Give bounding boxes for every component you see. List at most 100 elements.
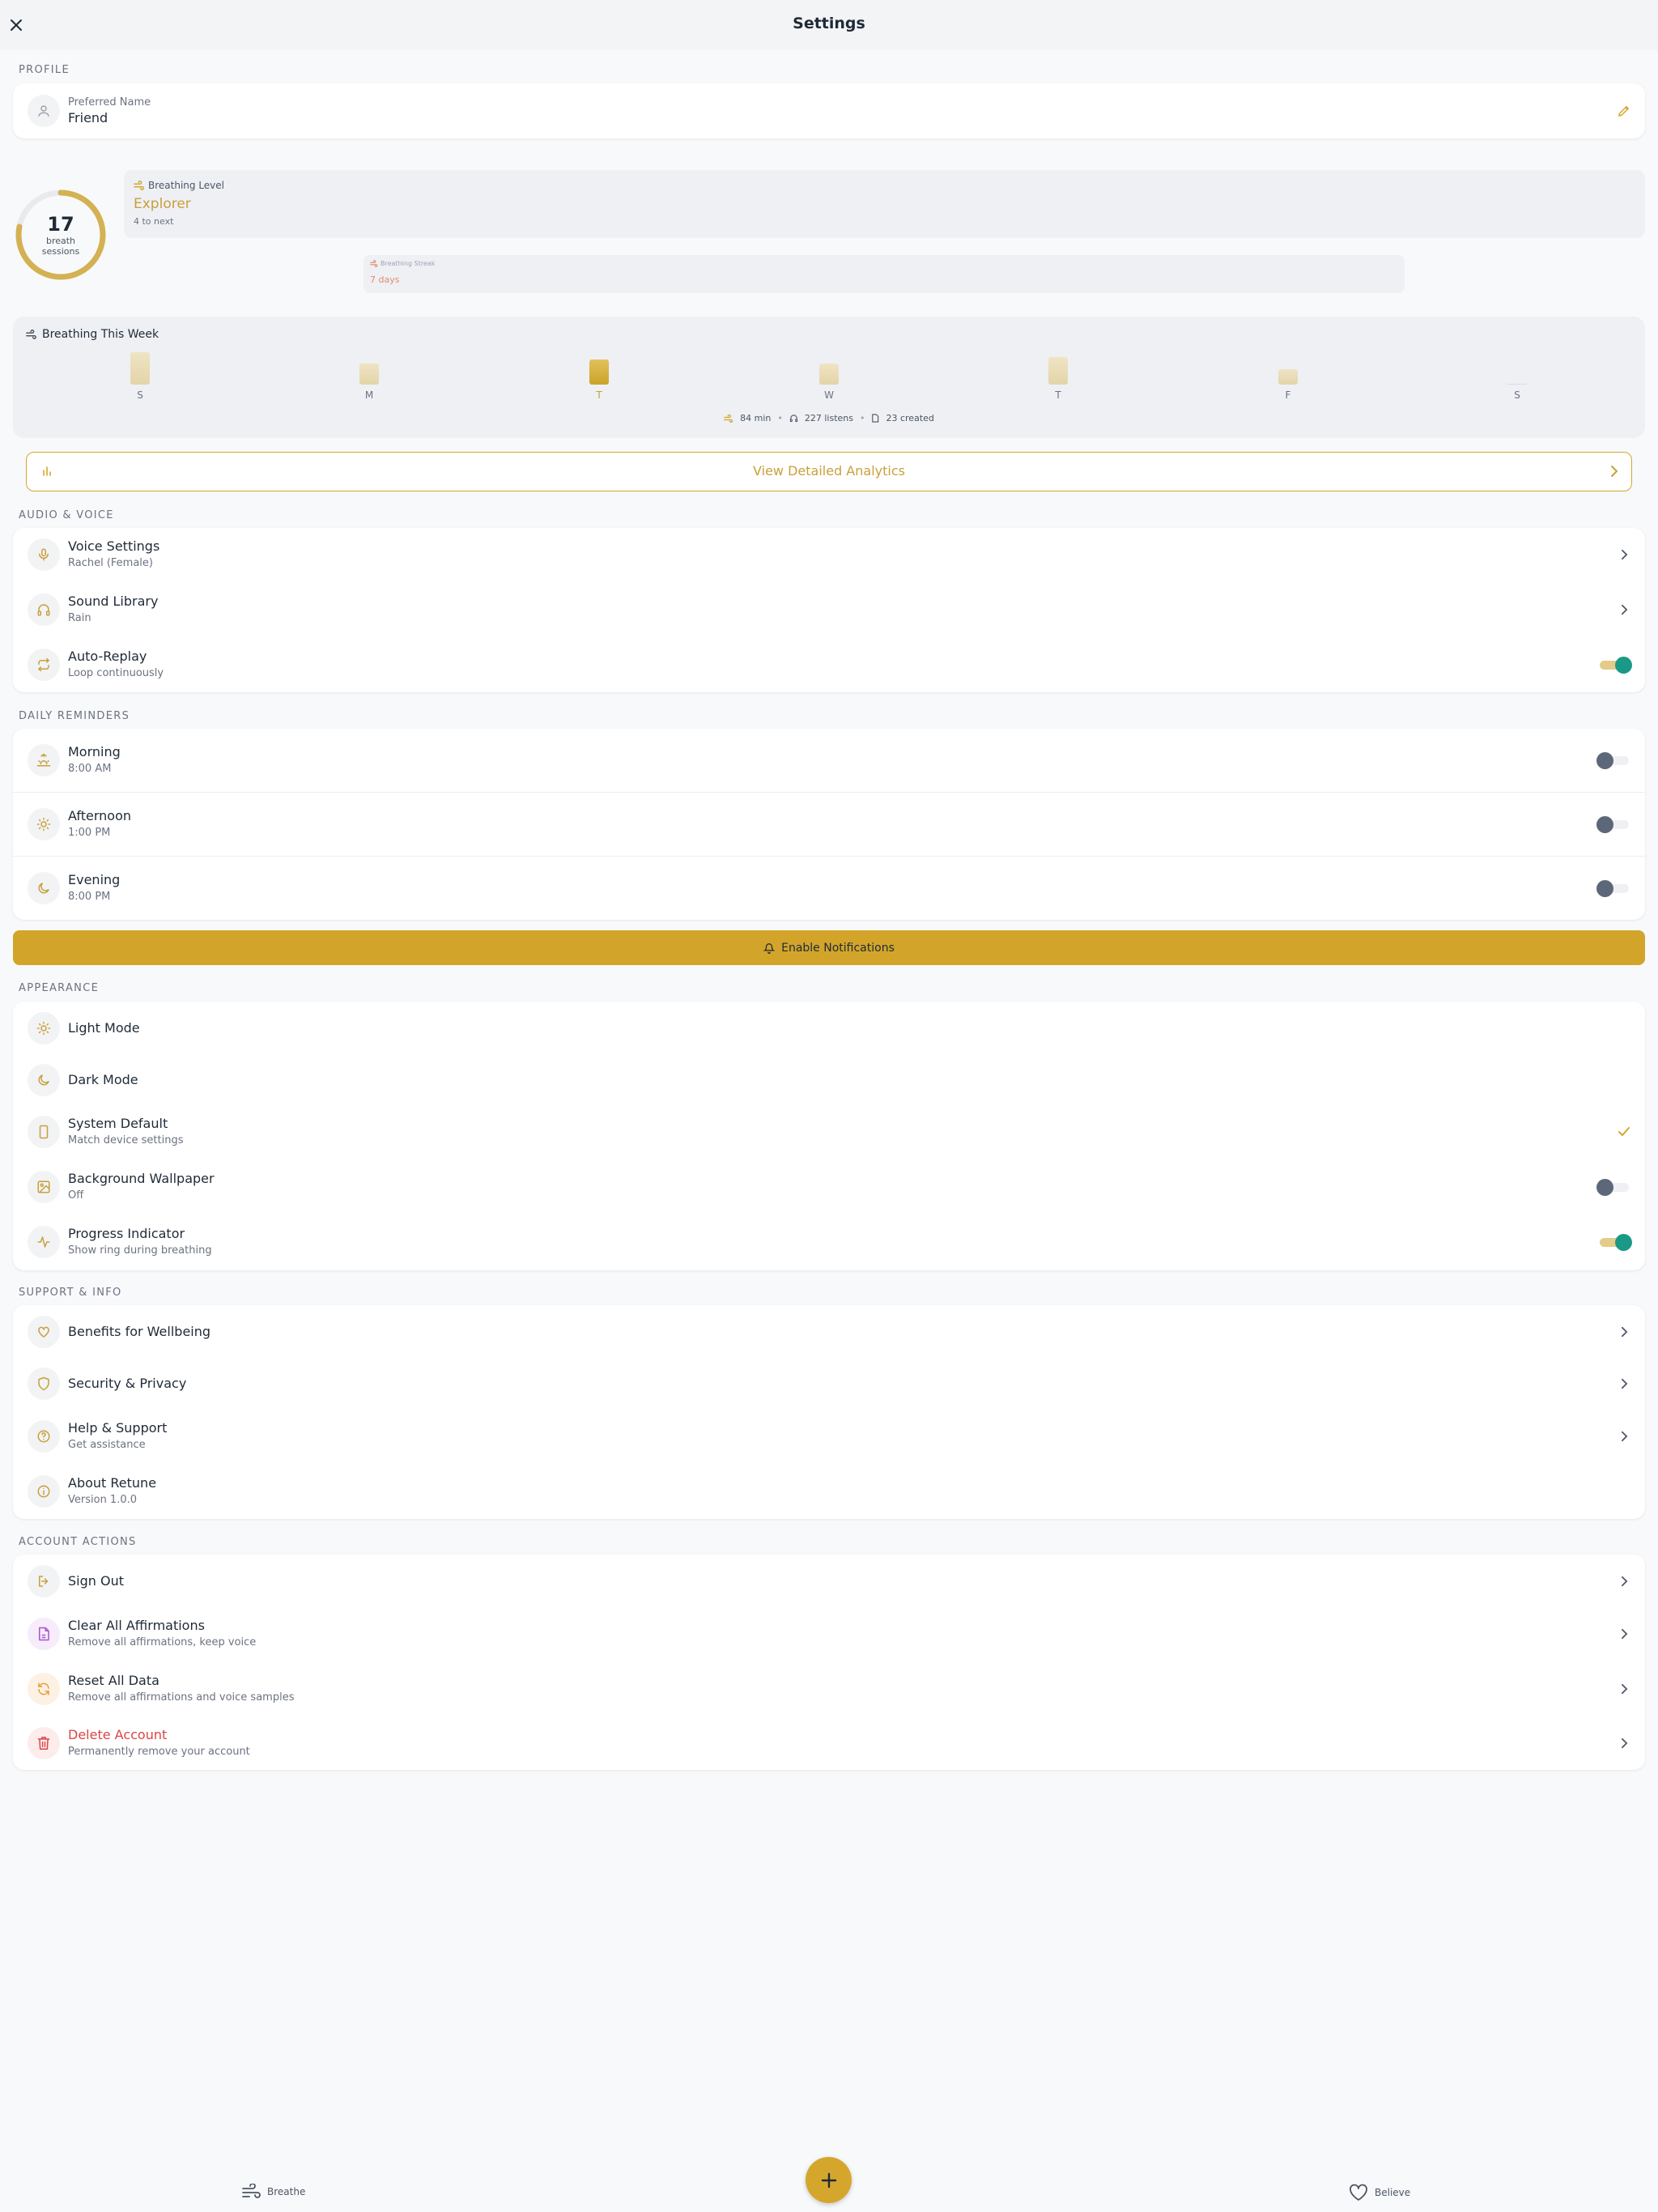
clear-affirmations-title: Clear All Affirmations: [68, 1618, 205, 1633]
wallpaper-sub: Off: [68, 1189, 84, 1202]
support-card: Benefits for Wellbeing Security & Privac…: [13, 1305, 1645, 1519]
week-day-label-5: F: [1285, 389, 1291, 401]
summary-separator: •: [859, 413, 865, 423]
week-chart: SMTWTFS: [13, 317, 1645, 406]
info-icon: [28, 1475, 60, 1508]
chevron-right-icon: [1616, 1573, 1632, 1589]
moon-icon: [28, 872, 60, 904]
section-label-profile: PROFILE: [19, 64, 70, 76]
wind-icon: [241, 2184, 261, 2200]
help-circle-icon: [28, 1420, 60, 1453]
auto-replay-sub: Loop continuously: [68, 667, 164, 679]
add-button[interactable]: [806, 2157, 852, 2203]
nav-breathe[interactable]: Breathe: [241, 2184, 305, 2200]
light-mode-row[interactable]: Light Mode: [13, 1002, 1645, 1055]
week-day-label-4: T: [1055, 389, 1061, 401]
enable-notifications-label: Enable Notifications: [781, 941, 895, 955]
evening-title: Evening: [68, 872, 121, 887]
voice-settings-row[interactable]: Voice Settings Rachel (Female): [13, 528, 1645, 581]
pencil-icon: [1618, 105, 1630, 117]
delete-account-title: Delete Account: [68, 1727, 168, 1742]
minutes-icon: [724, 414, 733, 423]
sunrise-icon: [28, 744, 60, 776]
enable-notifications-button[interactable]: Enable Notifications: [13, 930, 1645, 965]
image-icon: [28, 1171, 60, 1203]
microphone-icon: [28, 538, 60, 571]
auto-replay-row: Auto-Replay Loop continuously: [13, 638, 1645, 691]
chevron-right-icon: [1610, 465, 1618, 478]
sound-library-title: Sound Library: [68, 593, 159, 609]
audio-card: Voice Settings Rachel (Female) Sound Lib…: [13, 528, 1645, 692]
section-label-appearance: APPEARANCE: [19, 982, 100, 994]
shield-icon: [28, 1368, 60, 1400]
level-value: Explorer: [134, 196, 191, 212]
auto-replay-toggle[interactable]: [1596, 655, 1632, 674]
week-day-label-1: M: [364, 389, 374, 401]
account-card: Sign Out Clear All Affirmations Remove a…: [13, 1555, 1645, 1770]
about-sub: Version 1.0.0: [68, 1494, 138, 1506]
system-default-row[interactable]: System Default Match device settings: [13, 1105, 1645, 1159]
nav-believe-label: Believe: [1375, 2187, 1411, 2198]
reset-data-row[interactable]: Reset All Data Remove all affirmations a…: [13, 1662, 1645, 1716]
page-title: Settings: [793, 15, 865, 32]
level-label: Breathing Level: [148, 180, 224, 191]
sign-out-label: Sign Out: [68, 1573, 124, 1589]
reset-data-title: Reset All Data: [68, 1673, 159, 1688]
edit-name-button[interactable]: [1616, 103, 1632, 119]
view-analytics-button[interactable]: View Detailed Analytics: [26, 452, 1632, 491]
clear-affirmations-sub: Remove all affirmations, keep voice: [68, 1636, 257, 1648]
sound-library-row[interactable]: Sound Library Rain: [13, 583, 1645, 636]
morning-toggle[interactable]: [1596, 751, 1632, 770]
progress-indicator-toggle[interactable]: [1596, 1232, 1632, 1252]
heart-icon: [28, 1316, 60, 1348]
evening-toggle[interactable]: [1596, 878, 1632, 898]
summary-listens: 227 listens: [804, 413, 853, 423]
reminder-row-evening: Evening 8:00 PM: [13, 856, 1645, 920]
top-bar: Settings: [0, 0, 1658, 50]
about-row[interactable]: About Retune Version 1.0.0: [13, 1465, 1645, 1518]
smartphone-icon: [28, 1116, 60, 1148]
breathing-level-card: Breathing Level Explorer 4 to next: [124, 170, 1645, 238]
summary-separator: •: [777, 413, 783, 423]
preferred-name-label: Preferred Name: [68, 96, 151, 108]
headphones-small-icon: [789, 414, 798, 423]
view-analytics-label: View Detailed Analytics: [753, 463, 905, 479]
reminder-row-morning: Morning 8:00 AM: [13, 729, 1645, 792]
afternoon-toggle[interactable]: [1596, 815, 1632, 834]
wallpaper-toggle[interactable]: [1596, 1177, 1632, 1197]
section-label-account: ACCOUNT ACTIONS: [19, 1536, 137, 1548]
nav-believe[interactable]: Believe: [1349, 2184, 1410, 2201]
sign-out-row[interactable]: Sign Out: [13, 1555, 1645, 1608]
section-label-support: SUPPORT & INFO: [19, 1287, 122, 1299]
chevron-right-icon: [1616, 1428, 1632, 1444]
section-label-reminders: DAILY REMINDERS: [19, 710, 130, 722]
preferred-name-value: Friend: [68, 110, 108, 125]
breathing-streak-card: Breathing Streak 7 days: [363, 255, 1405, 293]
sun-icon: [28, 808, 60, 840]
dark-mode-row[interactable]: Dark Mode: [13, 1053, 1645, 1107]
sessions-label: breath sessions: [41, 236, 80, 257]
reset-data-sub: Remove all affirmations and voice sample…: [68, 1691, 295, 1704]
clear-affirmations-row[interactable]: Clear All Affirmations Remove all affirm…: [13, 1607, 1645, 1661]
trash-icon: [28, 1727, 60, 1759]
security-row[interactable]: Security & Privacy: [13, 1357, 1645, 1410]
preferred-name-row[interactable]: Preferred Name Friend: [13, 84, 1645, 138]
afternoon-time: 1:00 PM: [68, 827, 111, 839]
help-title: Help & Support: [68, 1420, 168, 1436]
streak-value: 7 days: [370, 274, 400, 285]
breathing-week-card: Breathing This Week SMTWTFS 84 min • 227…: [13, 317, 1645, 438]
log-out-icon: [28, 1565, 60, 1597]
system-default-title: System Default: [68, 1116, 168, 1131]
chevron-right-icon: [1616, 547, 1632, 563]
benefits-label: Benefits for Wellbeing: [68, 1324, 211, 1339]
about-title: About Retune: [68, 1475, 157, 1491]
summary-minutes: 84 min: [740, 413, 772, 423]
help-row[interactable]: Help & Support Get assistance: [13, 1410, 1645, 1463]
user-icon: [28, 95, 60, 127]
dark-mode-label: Dark Mode: [68, 1072, 138, 1087]
benefits-row[interactable]: Benefits for Wellbeing: [13, 1305, 1645, 1359]
week-bar-2: [589, 359, 609, 385]
delete-account-row[interactable]: Delete Account Permanently remove your a…: [13, 1716, 1645, 1770]
wind-icon: [134, 181, 145, 190]
check-icon: [1616, 1124, 1632, 1140]
